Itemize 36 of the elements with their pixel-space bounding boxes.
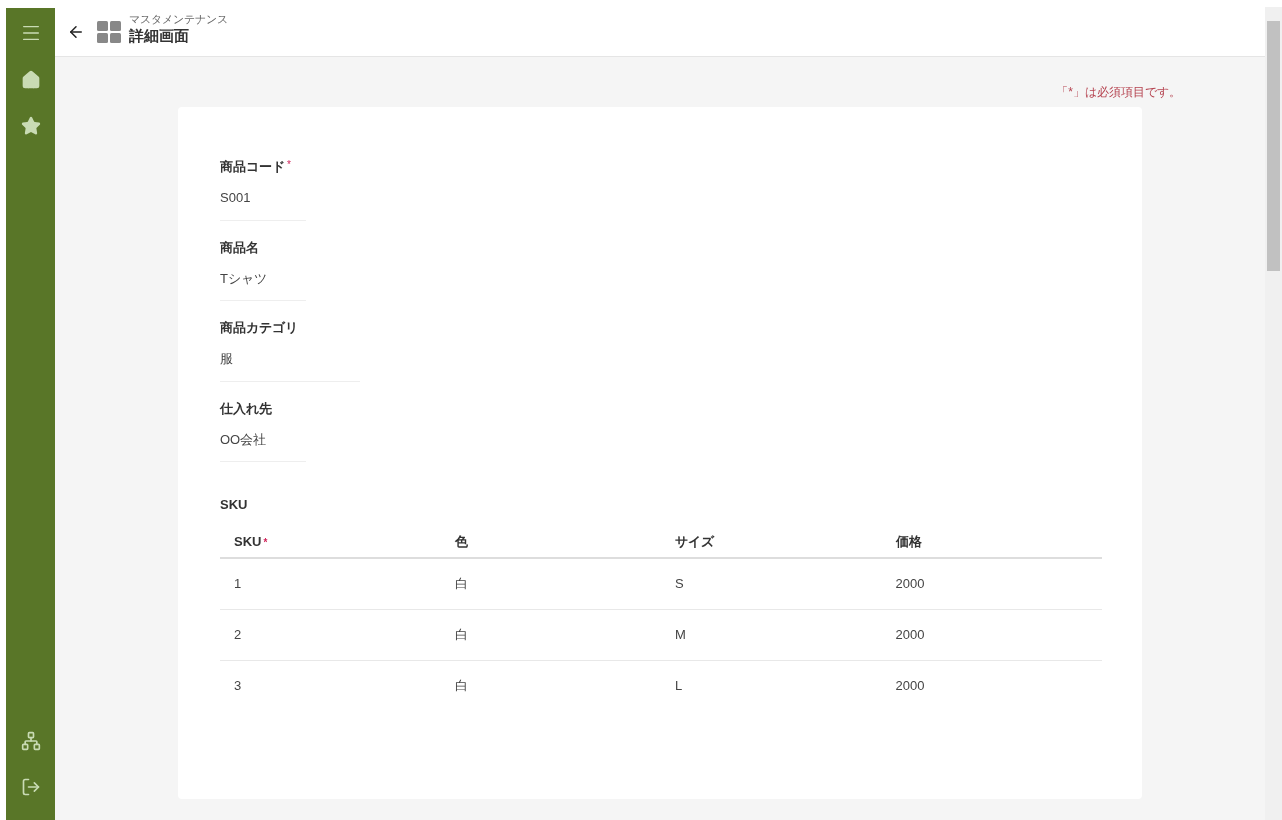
column-label: サイズ xyxy=(675,533,714,549)
star-icon xyxy=(20,116,41,136)
table-cell: S xyxy=(661,558,882,609)
table-cell: 白 xyxy=(440,558,661,609)
table-cell: 2000 xyxy=(881,609,1102,660)
required-note: 「*」は必須項目です。 xyxy=(1056,84,1181,101)
column-label: 価格 xyxy=(895,533,922,549)
home-icon xyxy=(20,70,41,90)
field-value: 服 xyxy=(220,349,360,382)
required-mark: * xyxy=(263,536,268,548)
field-value: OO会社 xyxy=(220,429,306,462)
sitemap-icon xyxy=(20,731,41,751)
table-cell: 3 xyxy=(220,660,441,711)
breadcrumb: マスタメンテナンス xyxy=(129,12,228,27)
field-value: S001 xyxy=(220,188,306,221)
section-title: SKU xyxy=(220,497,248,512)
table-cell: 2 xyxy=(220,609,441,660)
page-title: 詳細画面 xyxy=(129,26,190,46)
table-cell: L xyxy=(661,660,882,711)
table-cell: 白 xyxy=(440,609,661,660)
table-cell: 白 xyxy=(440,660,661,711)
field-label: 仕入れ先 xyxy=(220,399,272,418)
column-label: SKU xyxy=(234,533,262,549)
field-value: Tシャツ xyxy=(220,268,306,301)
field-label: 商品名 xyxy=(220,238,259,257)
table-cell: M xyxy=(661,609,882,660)
grid-icon xyxy=(97,21,121,43)
table-cell: 2000 xyxy=(881,660,1102,711)
column-label: 色 xyxy=(454,533,468,549)
back-icon[interactable] xyxy=(67,23,85,41)
table-cell: 2000 xyxy=(881,558,1102,609)
table-cell: 1 xyxy=(220,558,441,609)
field-label: 商品カテゴリ xyxy=(220,319,298,337)
field-label: 商品コード xyxy=(220,158,285,176)
required-mark: * xyxy=(287,158,291,172)
logout-icon xyxy=(20,777,41,797)
